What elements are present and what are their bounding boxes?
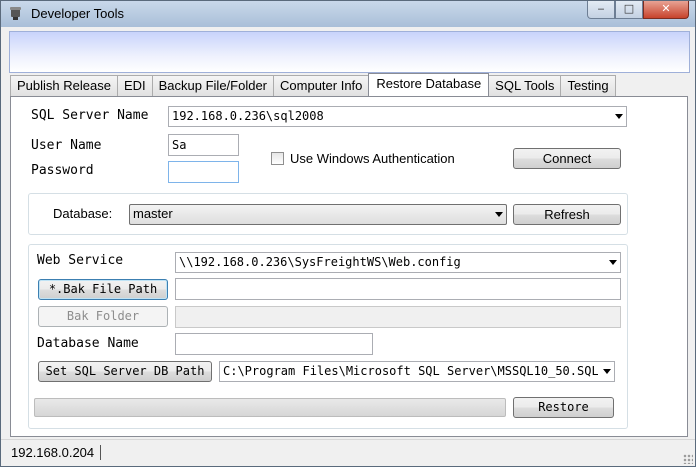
window-title: Developer Tools xyxy=(31,6,124,21)
resize-grip[interactable] xyxy=(683,454,693,464)
web-service-value: \\192.168.0.236\SysFreightWS\Web.config xyxy=(179,255,461,269)
app-icon xyxy=(10,7,21,20)
db-path-combo[interactable]: C:\Program Files\Microsoft SQL Server\MS… xyxy=(219,361,615,382)
bak-folder-field[interactable] xyxy=(175,306,621,328)
restore-button[interactable]: Restore xyxy=(513,397,614,418)
chevron-down-icon xyxy=(609,260,617,265)
restore-progress-bar xyxy=(34,398,506,417)
user-name-label: User Name xyxy=(31,138,102,153)
tab-restore-database[interactable]: Restore Database xyxy=(368,73,490,96)
connect-button[interactable]: Connect xyxy=(513,148,621,169)
status-text: 192.168.0.204 xyxy=(11,445,95,460)
status-separator xyxy=(100,445,101,460)
server-name-label: SQL Server Name xyxy=(31,108,149,123)
database-label: Database: xyxy=(53,206,113,221)
chevron-down-icon xyxy=(603,369,611,374)
tab-testing[interactable]: Testing xyxy=(560,75,616,96)
app-window: Developer Tools ‒ □ ✕ Publish Release ED… xyxy=(0,0,696,467)
bak-file-path-button[interactable]: *.Bak File Path xyxy=(38,279,168,300)
chevron-down-icon xyxy=(495,212,503,217)
set-sql-server-db-path-button[interactable]: Set SQL Server DB Path xyxy=(38,361,212,382)
windows-auth-label[interactable]: Use Windows Authentication xyxy=(290,151,455,166)
tab-computer-info[interactable]: Computer Info xyxy=(273,75,370,96)
title-bar[interactable]: Developer Tools ‒ □ ✕ xyxy=(1,1,695,27)
web-service-label: Web Service xyxy=(37,253,124,268)
refresh-button[interactable]: Refresh xyxy=(513,204,621,225)
web-service-combo[interactable]: \\192.168.0.236\SysFreightWS\Web.config xyxy=(175,252,621,273)
password-label: Password xyxy=(31,163,94,178)
chevron-down-icon xyxy=(615,114,623,119)
db-path-value: C:\Program Files\Microsoft SQL Server\MS… xyxy=(223,364,598,378)
maximize-button[interactable]: □ xyxy=(615,1,643,19)
tab-edi[interactable]: EDI xyxy=(116,75,153,96)
windows-auth-checkbox[interactable] xyxy=(271,152,284,165)
bak-file-path-field[interactable] xyxy=(175,278,621,300)
user-name-field[interactable]: Sa xyxy=(168,134,239,156)
status-bar: 192.168.0.204 xyxy=(1,439,695,466)
database-name-field[interactable] xyxy=(175,333,373,355)
database-combo[interactable]: master xyxy=(129,204,507,225)
password-field[interactable] xyxy=(168,161,239,183)
tab-strip: Publish Release EDI Backup File/Folder C… xyxy=(10,73,616,96)
server-name-combo[interactable]: 192.168.0.236\sql2008 xyxy=(168,106,627,127)
user-name-value: Sa xyxy=(172,138,187,152)
restore-database-panel: SQL Server Name 192.168.0.236\sql2008 Us… xyxy=(10,96,688,437)
window-controls: ‒ □ ✕ xyxy=(587,1,689,19)
minimize-button[interactable]: ‒ xyxy=(587,1,615,19)
tab-backup-file-folder[interactable]: Backup File/Folder xyxy=(151,75,275,96)
tab-publish-release[interactable]: Publish Release xyxy=(10,75,118,96)
database-value: master xyxy=(133,206,173,221)
database-name-label: Database Name xyxy=(37,336,139,351)
header-banner xyxy=(9,31,690,73)
tab-sql-tools[interactable]: SQL Tools xyxy=(488,75,562,96)
bak-folder-button[interactable]: Bak Folder xyxy=(38,306,168,327)
server-name-value: 192.168.0.236\sql2008 xyxy=(172,109,324,123)
close-button[interactable]: ✕ xyxy=(643,1,689,19)
